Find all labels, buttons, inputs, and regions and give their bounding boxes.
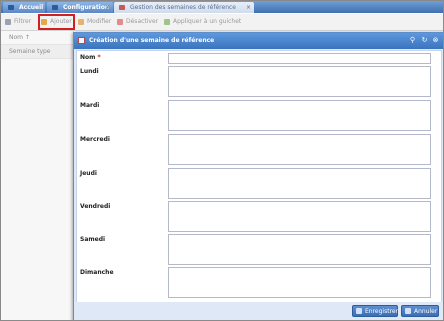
name-label-text: Nom	[80, 54, 96, 61]
edit-button[interactable]: Modifier	[78, 17, 111, 27]
day-label-jeudi: Jeudi	[80, 170, 97, 177]
day-label-dimanche: Dimanche	[80, 269, 114, 276]
home-icon	[8, 5, 14, 10]
reference-week-list: Nom ↑ Semaine type	[1, 31, 74, 320]
check-icon	[164, 19, 170, 25]
vendredi-field[interactable]	[168, 201, 431, 232]
close-icon[interactable]: ×	[246, 2, 251, 13]
close-icon[interactable]: ⊗	[431, 36, 440, 45]
app-window: Accueil Configuration × Gestion des sema…	[0, 0, 444, 321]
config-icon	[52, 5, 58, 10]
calendar-icon	[119, 5, 125, 10]
pencil-icon	[78, 19, 84, 25]
samedi-field[interactable]	[168, 234, 431, 265]
name-label: Nom *	[80, 54, 101, 61]
cancel-icon	[405, 308, 411, 314]
tab-gestion-semaines[interactable]: Gestion des semaines de référence ×	[114, 2, 254, 13]
list-item[interactable]: Semaine type	[1, 45, 73, 59]
day-label-samedi: Samedi	[80, 236, 106, 243]
toolbar: Filtrer Ajouter Modifier Désactiver Appl…	[1, 14, 443, 31]
jeudi-field[interactable]	[168, 168, 431, 199]
tab-label: Gestion des semaines de référence	[130, 4, 236, 11]
lundi-field[interactable]	[168, 66, 431, 97]
apply-label: Appliquer à un guichet	[173, 18, 242, 25]
apply-button[interactable]: Appliquer à un guichet	[164, 17, 241, 27]
add-icon	[41, 19, 47, 25]
day-label-mercredi: Mercredi	[80, 136, 110, 143]
tab-label: Accueil	[19, 4, 44, 11]
day-label-vendredi: Vendredi	[80, 203, 111, 210]
save-button[interactable]: Enregistrer	[352, 305, 398, 317]
cancel-button[interactable]: Annuler	[401, 305, 439, 317]
disable-icon	[117, 19, 123, 25]
create-week-dialog: Création d'une semaine de référence ⚲ ↻ …	[73, 32, 443, 320]
tab-label: Configuration	[63, 4, 110, 11]
required-mark: *	[97, 54, 101, 61]
mercredi-field[interactable]	[168, 134, 431, 165]
day-label-mardi: Mardi	[80, 102, 100, 109]
save-icon	[356, 308, 362, 314]
add-button[interactable]: Ajouter	[38, 14, 75, 30]
dialog-title: Création d'une semaine de référence	[89, 37, 215, 44]
dimanche-field[interactable]	[168, 267, 431, 298]
refresh-icon[interactable]: ↻	[420, 36, 429, 45]
name-field[interactable]	[168, 53, 431, 64]
filter-button[interactable]: Filtrer	[5, 17, 31, 27]
disable-label: Désactiver	[126, 18, 159, 25]
tab-bar: Accueil Configuration × Gestion des sema…	[1, 1, 443, 13]
filter-label: Filtrer	[14, 18, 32, 25]
dialog-form: Nom * Lundi Mardi Mercredi Jeudi Vendred…	[76, 50, 442, 304]
pin-icon[interactable]: ⚲	[408, 36, 417, 45]
dialog-footer: Enregistrer Annuler	[74, 302, 443, 320]
disable-button[interactable]: Désactiver	[117, 17, 158, 27]
tab-accueil[interactable]: Accueil	[3, 2, 45, 13]
close-icon[interactable]: ×	[105, 2, 110, 13]
calendar-icon	[78, 37, 85, 44]
mardi-field[interactable]	[168, 100, 431, 131]
dialog-header: Création d'une semaine de référence ⚲ ↻ …	[74, 33, 443, 49]
edit-label: Modifier	[87, 18, 112, 25]
filter-icon	[5, 19, 11, 25]
column-header-name[interactable]: Nom ↑	[1, 31, 73, 45]
save-label: Enregistrer	[365, 308, 399, 315]
tab-configuration[interactable]: Configuration ×	[47, 2, 113, 13]
add-label: Ajouter	[50, 18, 72, 25]
cancel-label: Annuler	[414, 308, 438, 315]
day-label-lundi: Lundi	[80, 68, 99, 75]
